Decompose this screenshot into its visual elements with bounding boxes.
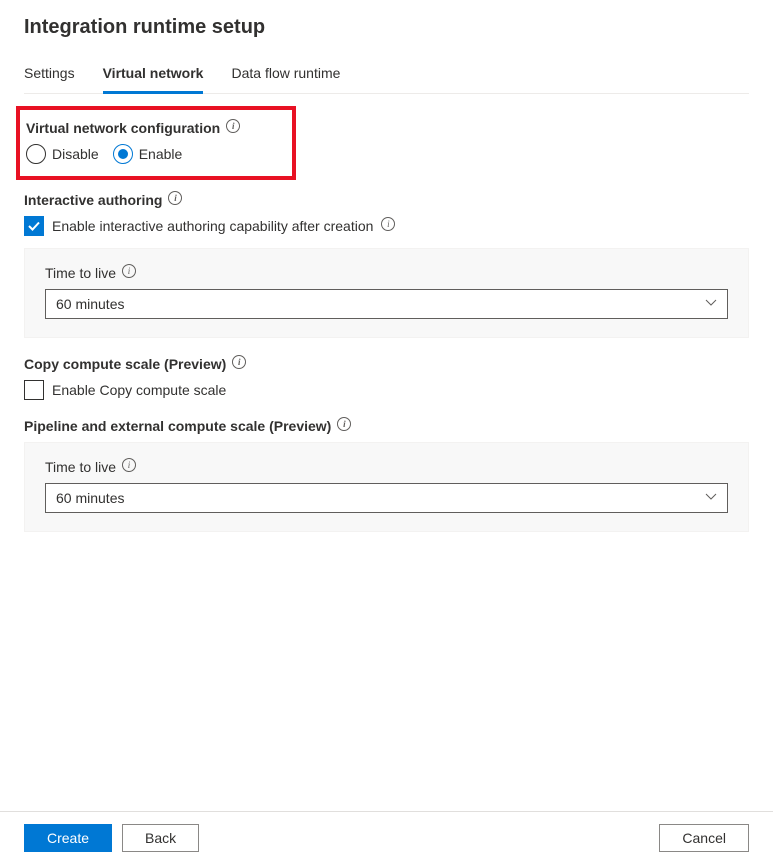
interactive-authoring-section: Interactive authoring i Enable interacti…	[24, 192, 749, 338]
footer-left: Create Back	[24, 824, 199, 852]
copy-compute-heading-text: Copy compute scale (Preview)	[24, 356, 226, 372]
check-icon	[27, 219, 41, 233]
create-button[interactable]: Create	[24, 824, 112, 852]
vnet-config-heading-text: Virtual network configuration	[26, 120, 220, 136]
interactive-authoring-checkbox-row: Enable interactive authoring capability …	[24, 216, 749, 236]
interactive-authoring-ttl-panel: Time to live i 60 minutes	[24, 248, 749, 338]
tab-bar: Settings Virtual network Data flow runti…	[24, 59, 749, 94]
interactive-authoring-heading: Interactive authoring i	[24, 192, 182, 208]
vnet-config-heading: Virtual network configuration i	[26, 120, 240, 136]
cancel-button[interactable]: Cancel	[659, 824, 749, 852]
enable-copy-compute-checkbox[interactable]	[24, 380, 44, 400]
chevron-down-icon	[705, 299, 717, 310]
info-icon[interactable]: i	[232, 355, 246, 369]
radio-enable-circle	[113, 144, 133, 164]
radio-disable-label: Disable	[52, 146, 99, 162]
pipeline-compute-section: Pipeline and external compute scale (Pre…	[24, 418, 749, 532]
radio-disable[interactable]: Disable	[26, 144, 99, 164]
interactive-authoring-heading-text: Interactive authoring	[24, 192, 162, 208]
enable-interactive-authoring-label: Enable interactive authoring capability …	[52, 218, 373, 234]
pipeline-ttl-label-text: Time to live	[45, 459, 116, 475]
tab-virtual-network[interactable]: Virtual network	[103, 59, 204, 94]
vnet-config-highlight: Virtual network configuration i Disable …	[16, 106, 296, 180]
radio-enable-inner	[118, 149, 128, 159]
ttl-label: Time to live i	[45, 265, 136, 281]
copy-compute-section: Copy compute scale (Preview) i Enable Co…	[24, 356, 749, 400]
footer: Create Back Cancel	[0, 811, 773, 866]
info-icon[interactable]: i	[226, 119, 240, 133]
radio-enable-label: Enable	[139, 146, 183, 162]
tab-data-flow-runtime[interactable]: Data flow runtime	[231, 59, 340, 93]
info-icon[interactable]: i	[168, 191, 182, 205]
info-icon[interactable]: i	[122, 458, 136, 472]
page-title: Integration runtime setup	[24, 12, 749, 39]
enable-interactive-authoring-checkbox[interactable]	[24, 216, 44, 236]
radio-disable-circle	[26, 144, 46, 164]
pipeline-ttl-select-value: 60 minutes	[56, 490, 124, 506]
vnet-radio-group: Disable Enable	[26, 144, 240, 164]
copy-compute-heading: Copy compute scale (Preview) i	[24, 356, 246, 372]
chevron-down-icon	[705, 493, 717, 504]
copy-compute-checkbox-row: Enable Copy compute scale	[24, 380, 749, 400]
info-icon[interactable]: i	[337, 417, 351, 431]
enable-copy-compute-label: Enable Copy compute scale	[52, 382, 226, 398]
info-icon[interactable]: i	[122, 264, 136, 278]
ttl-select-value: 60 minutes	[56, 296, 124, 312]
back-button[interactable]: Back	[122, 824, 199, 852]
pipeline-compute-heading-text: Pipeline and external compute scale (Pre…	[24, 418, 331, 434]
pipeline-ttl-panel: Time to live i 60 minutes	[24, 442, 749, 532]
tab-settings[interactable]: Settings	[24, 59, 75, 93]
pipeline-ttl-label: Time to live i	[45, 459, 136, 475]
ttl-select[interactable]: 60 minutes	[45, 289, 728, 319]
radio-enable[interactable]: Enable	[113, 144, 183, 164]
pipeline-ttl-select[interactable]: 60 minutes	[45, 483, 728, 513]
pipeline-compute-heading: Pipeline and external compute scale (Pre…	[24, 418, 351, 434]
ttl-label-text: Time to live	[45, 265, 116, 281]
info-icon[interactable]: i	[381, 217, 395, 231]
